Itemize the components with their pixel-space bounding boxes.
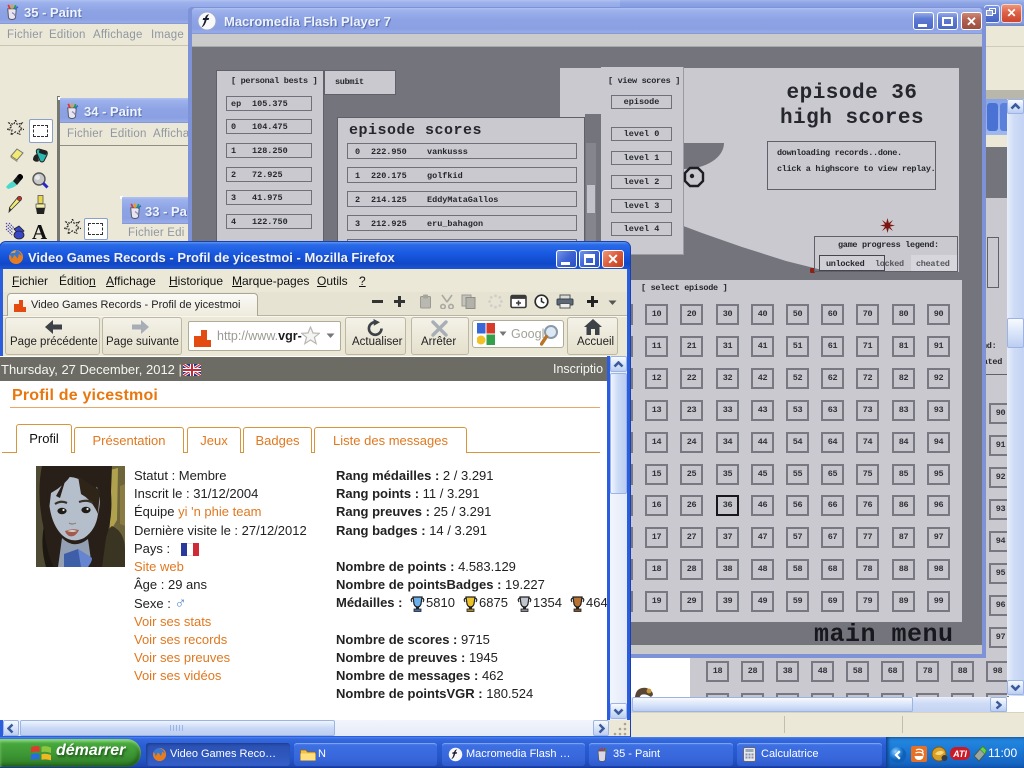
svg-text:ATI: ATI: [952, 749, 967, 759]
